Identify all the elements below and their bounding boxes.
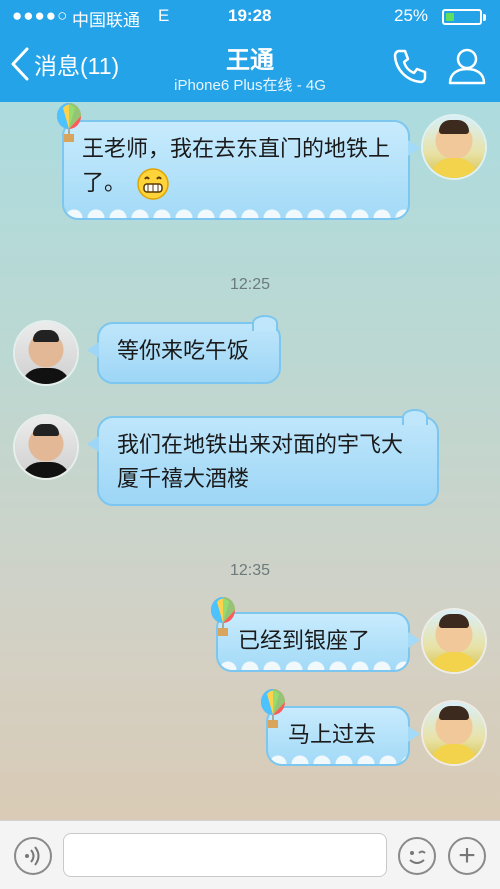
bubble-tail bbox=[408, 726, 420, 742]
carrier-name: 中国联通 bbox=[72, 11, 140, 30]
message-text: 已经到银座了 bbox=[238, 628, 371, 653]
battery-tip bbox=[483, 14, 486, 21]
status-bar: ●●●●○ 中国联通 E 19:28 25% bbox=[0, 0, 500, 32]
message-input[interactable] bbox=[63, 833, 387, 877]
balloon-icon bbox=[211, 597, 235, 636]
plus-icon[interactable]: + bbox=[448, 837, 486, 875]
person-icon[interactable] bbox=[446, 46, 488, 91]
message-timestamp: 12:35 bbox=[229, 562, 271, 579]
message-bubble-sent[interactable]: 已经到银座了 bbox=[216, 612, 420, 672]
message-timestamp: 12:25 bbox=[229, 276, 271, 293]
status-time: 19:28 bbox=[228, 6, 272, 25]
message-text: 我们在地铁出来对面的宇飞大厦千禧大酒楼 bbox=[117, 432, 404, 491]
bubble-cloud-decoration bbox=[64, 204, 408, 218]
signal-strength: ●●●●○ bbox=[12, 6, 69, 25]
input-bar: + bbox=[0, 820, 500, 889]
bubble-tail bbox=[408, 140, 420, 156]
network-type: E bbox=[158, 6, 170, 25]
bubble-tail bbox=[87, 342, 99, 358]
avatar-contact[interactable] bbox=[15, 322, 77, 384]
bubble-cloud-decoration bbox=[268, 750, 408, 764]
bubble-tail bbox=[87, 436, 99, 452]
voice-icon[interactable] bbox=[14, 837, 52, 875]
bubble-ear-decoration bbox=[402, 409, 428, 425]
avatar-self[interactable] bbox=[423, 610, 485, 672]
message-text: 等你来吃午饭 bbox=[117, 338, 250, 363]
chat-area[interactable]: 王老师，我在去东直门的地铁上了。 12:25 等你来吃午饭 我们在地铁出来对面的… bbox=[0, 102, 500, 820]
avatar-self[interactable] bbox=[423, 702, 485, 764]
avatar-contact[interactable] bbox=[15, 416, 77, 478]
message-text: 王老师，我在去东直门的地铁上了。 bbox=[82, 136, 391, 195]
phone-icon[interactable] bbox=[390, 46, 430, 91]
smiley-icon[interactable] bbox=[398, 837, 436, 875]
bubble-tail bbox=[408, 632, 420, 648]
battery-percent: 25% bbox=[394, 6, 429, 25]
message-bubble-received[interactable]: 我们在地铁出来对面的宇飞大厦千禧大酒楼 bbox=[87, 416, 439, 506]
bubble-cloud-decoration bbox=[218, 656, 408, 670]
message-bubble-received[interactable]: 等你来吃午饭 bbox=[87, 322, 281, 384]
balloon-icon bbox=[57, 103, 81, 142]
bubble-ear-decoration bbox=[252, 315, 278, 331]
grin-emoji-icon bbox=[137, 168, 169, 200]
nav-bar: 消息(11) 王通 iPhone6 Plus在线 - 4G bbox=[0, 32, 500, 102]
message-text: 马上过去 bbox=[288, 722, 377, 747]
balloon-icon bbox=[261, 689, 285, 728]
message-bubble-sent[interactable]: 王老师，我在去东直门的地铁上了。 bbox=[62, 120, 420, 220]
avatar-self[interactable] bbox=[423, 116, 485, 178]
battery-icon bbox=[442, 9, 482, 25]
